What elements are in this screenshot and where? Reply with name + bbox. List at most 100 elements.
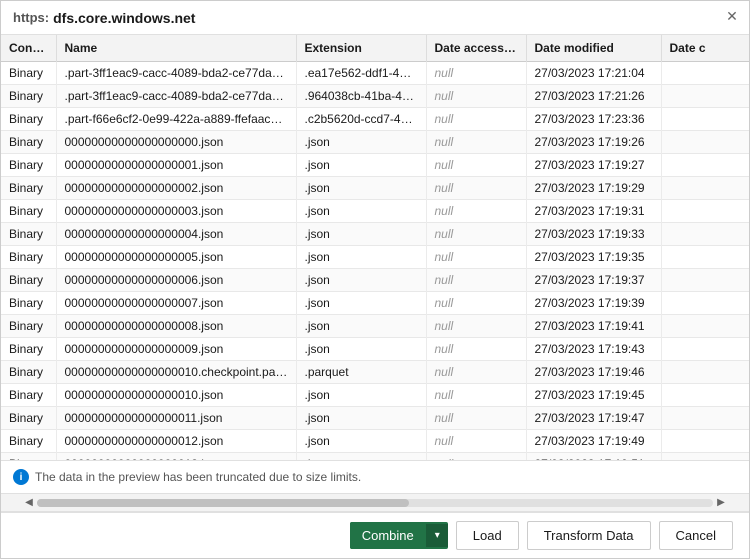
table-cell: .json	[296, 131, 426, 154]
table-cell: 27/03/2023 17:19:26	[526, 131, 661, 154]
col-header-date-modified[interactable]: Date modified	[526, 35, 661, 62]
table-cell: Binary	[1, 154, 56, 177]
table-cell	[661, 407, 749, 430]
table-row: Binary00000000000000000004.json.jsonnull…	[1, 223, 749, 246]
table-cell: 27/03/2023 17:19:29	[526, 177, 661, 200]
table-cell: Binary	[1, 85, 56, 108]
table-cell: 00000000000000000008.json	[56, 315, 296, 338]
col-header-name[interactable]: Name	[56, 35, 296, 62]
table-cell: Binary	[1, 361, 56, 384]
table-cell: 00000000000000000005.json	[56, 246, 296, 269]
table-cell: 27/03/2023 17:19:45	[526, 384, 661, 407]
table-cell: 27/03/2023 17:19:49	[526, 430, 661, 453]
col-header-extension[interactable]: Extension	[296, 35, 426, 62]
info-message: The data in the preview has been truncat…	[35, 470, 361, 484]
table-cell: 00000000000000000012.json	[56, 430, 296, 453]
table-row: Binary00000000000000000001.json.jsonnull…	[1, 154, 749, 177]
cancel-button[interactable]: Cancel	[659, 521, 733, 550]
table-cell: .ea17e562-ddf1-475e-87af-d60c0ebc64e4	[296, 62, 426, 85]
table-cell: Binary	[1, 453, 56, 462]
table-cell	[661, 338, 749, 361]
data-table-container: Content Name Extension Date accessed Dat…	[1, 35, 749, 461]
load-button[interactable]: Load	[456, 521, 519, 550]
table-row: Binary00000000000000000012.json.jsonnull…	[1, 430, 749, 453]
col-header-date-accessed[interactable]: Date accessed	[426, 35, 526, 62]
combine-button-group[interactable]: Combine ▾	[350, 522, 448, 549]
table-cell: null	[426, 62, 526, 85]
table-cell: 00000000000000000006.json	[56, 269, 296, 292]
table-cell	[661, 223, 749, 246]
data-table: Content Name Extension Date accessed Dat…	[1, 35, 749, 461]
table-cell: null	[426, 246, 526, 269]
table-cell	[661, 292, 749, 315]
table-cell	[661, 62, 749, 85]
table-row: Binary00000000000000000006.json.jsonnull…	[1, 269, 749, 292]
table-cell: Binary	[1, 177, 56, 200]
table-cell: 27/03/2023 17:19:43	[526, 338, 661, 361]
col-header-content[interactable]: Content	[1, 35, 56, 62]
table-cell: Binary	[1, 223, 56, 246]
transform-data-button[interactable]: Transform Data	[527, 521, 651, 550]
table-cell	[661, 108, 749, 131]
info-bar: i The data in the preview has been trunc…	[1, 461, 749, 494]
table-cell: null	[426, 292, 526, 315]
col-header-date-c[interactable]: Date c	[661, 35, 749, 62]
table-cell: null	[426, 223, 526, 246]
table-cell: null	[426, 108, 526, 131]
table-cell	[661, 361, 749, 384]
table-cell: .json	[296, 315, 426, 338]
table-cell: null	[426, 384, 526, 407]
table-body: Binary.part-3ff1eac9-cacc-4089-bda2-ce77…	[1, 62, 749, 462]
table-cell: Binary	[1, 315, 56, 338]
table-cell: 27/03/2023 17:23:36	[526, 108, 661, 131]
table-cell: .json	[296, 154, 426, 177]
horizontal-scrollbar[interactable]: ◀ ▶	[1, 494, 749, 512]
table-cell: null	[426, 453, 526, 462]
table-cell: null	[426, 361, 526, 384]
table-cell: null	[426, 154, 526, 177]
table-cell	[661, 269, 749, 292]
combine-dropdown-arrow[interactable]: ▾	[426, 524, 448, 547]
info-icon: i	[13, 469, 29, 485]
table-row: Binary00000000000000000002.json.jsonnull…	[1, 177, 749, 200]
table-cell: .964038cb-41ba-4aa4-8938-cfa219305S5b	[296, 85, 426, 108]
table-cell: Binary	[1, 131, 56, 154]
table-cell: 27/03/2023 17:21:04	[526, 62, 661, 85]
table-row: Binary.part-3ff1eac9-cacc-4089-bda2-ce77…	[1, 85, 749, 108]
table-cell: .json	[296, 338, 426, 361]
table-row: Binary00000000000000000010.checkpoint.pa…	[1, 361, 749, 384]
table-row: Binary.part-3ff1eac9-cacc-4089-bda2-ce77…	[1, 62, 749, 85]
scroll-thumb[interactable]	[37, 499, 409, 507]
table-row: Binary00000000000000000013.json.jsonnull…	[1, 453, 749, 462]
table-cell: Binary	[1, 200, 56, 223]
table-cell: 00000000000000000000.json	[56, 131, 296, 154]
table-cell: null	[426, 200, 526, 223]
table-row: Binary.part-f66e6cf2-0e99-422a-a889-ffef…	[1, 108, 749, 131]
table-cell: Binary	[1, 62, 56, 85]
scroll-track[interactable]	[37, 499, 713, 507]
table-cell: 00000000000000000003.json	[56, 200, 296, 223]
table-row: Binary00000000000000000009.json.jsonnull…	[1, 338, 749, 361]
close-button[interactable]: ✕	[723, 7, 741, 25]
url-value: dfs.core.windows.net	[53, 10, 195, 26]
combine-button[interactable]: Combine	[350, 522, 426, 549]
scroll-right-arrow[interactable]: ▶	[713, 495, 729, 511]
table-cell: Binary	[1, 269, 56, 292]
scroll-left-arrow[interactable]: ◀	[21, 495, 37, 511]
table-cell	[661, 200, 749, 223]
table-row: Binary00000000000000000005.json.jsonnull…	[1, 246, 749, 269]
table-row: Binary00000000000000000010.json.jsonnull…	[1, 384, 749, 407]
table-cell: 27/03/2023 17:19:51	[526, 453, 661, 462]
table-cell: .json	[296, 430, 426, 453]
table-cell: 00000000000000000001.json	[56, 154, 296, 177]
table-cell: null	[426, 407, 526, 430]
table-cell: Binary	[1, 338, 56, 361]
table-cell: Binary	[1, 292, 56, 315]
table-cell: .json	[296, 292, 426, 315]
table-cell: 00000000000000000007.json	[56, 292, 296, 315]
table-cell: 00000000000000000009.json	[56, 338, 296, 361]
table-cell: .json	[296, 246, 426, 269]
table-row: Binary00000000000000000011.json.jsonnull…	[1, 407, 749, 430]
table-cell: null	[426, 85, 526, 108]
table-cell: 27/03/2023 17:19:31	[526, 200, 661, 223]
